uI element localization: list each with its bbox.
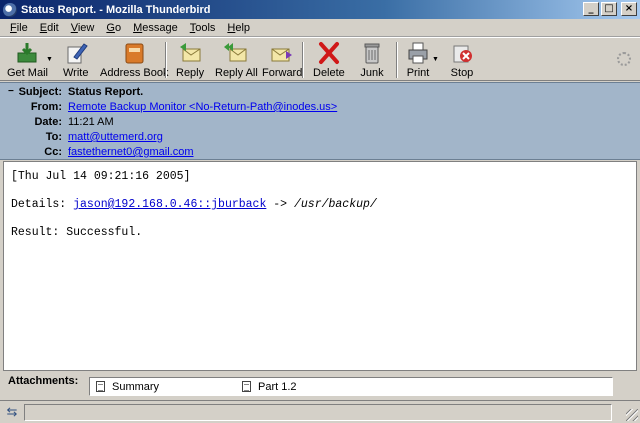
from-link[interactable]: Remote Backup Monitor <No-Return-Path@in… <box>68 101 337 113</box>
subject-row: Subject: Status Report. <box>0 85 640 99</box>
cc-link[interactable]: fastethernet0@gmail.com <box>68 146 194 158</box>
attachments-label: Attachments: <box>8 375 79 387</box>
cc-label: Cc: <box>44 146 62 158</box>
menu-go[interactable]: Go <box>100 22 127 34</box>
cc-row: Cc: fastethernet0@gmail.com <box>0 145 640 159</box>
write-button[interactable]: Write <box>63 41 88 81</box>
address-book-button[interactable]: Address Book <box>100 41 168 81</box>
forward-envelope-icon <box>270 41 294 65</box>
resize-grip-icon[interactable] <box>626 409 638 421</box>
menu-bar: File Edit View Go Message Tools Help <box>0 19 640 37</box>
document-icon <box>242 381 251 392</box>
reply-label: Reply <box>176 67 205 79</box>
junk-button[interactable]: Junk <box>360 41 384 81</box>
attachments-pane: Attachments: Summary Part 1.2 <box>3 372 637 397</box>
attachment-name: Summary <box>112 380 160 393</box>
reply-all-button[interactable]: Reply All <box>215 41 258 81</box>
to-link[interactable]: matt@uttemerd.org <box>68 131 163 143</box>
attachment-item[interactable]: Summary <box>96 381 236 393</box>
write-label: Write <box>63 67 89 79</box>
delete-x-icon <box>317 41 341 65</box>
details-destination: /usr/backup/ <box>293 198 377 211</box>
message-body: [Thu Jul 14 09:21:16 2005] Details: jaso… <box>3 161 637 371</box>
to-label: To: <box>45 131 62 143</box>
from-row: From: Remote Backup Monitor <No-Return-P… <box>0 100 640 114</box>
window-controls: _ □ × <box>583 2 637 16</box>
reply-all-label: Reply All <box>215 67 258 79</box>
pen-paper-icon <box>64 41 88 65</box>
forward-button[interactable]: Forward <box>262 41 302 81</box>
get-mail-dropdown-arrow[interactable]: ▼ <box>46 56 53 63</box>
toolbar-separator <box>165 42 167 78</box>
forward-label: Forward <box>262 67 303 79</box>
status-text-field <box>24 404 612 421</box>
date-row: Date: 11:21 AM <box>0 115 640 129</box>
body-result: Result: Successful. <box>11 226 143 239</box>
reply-envelope-icon <box>178 41 202 65</box>
menu-file[interactable]: File <box>4 22 34 34</box>
online-status-icon[interactable]: ⇆ <box>4 404 20 420</box>
menu-tools[interactable]: Tools <box>184 22 222 34</box>
maximize-button[interactable]: □ <box>601 2 617 16</box>
window-title: Status Report. - Mozilla Thunderbird <box>21 3 211 16</box>
date-value: 11:21 AM <box>68 116 114 128</box>
document-icon <box>96 381 105 392</box>
junk-label: Junk <box>360 67 384 79</box>
print-label: Print <box>406 67 430 79</box>
menu-edit[interactable]: Edit <box>34 22 65 34</box>
menu-view[interactable]: View <box>65 22 101 34</box>
toolbar: Get Mail ▼ Write Address Book Reply Repl… <box>0 37 640 81</box>
trash-can-icon <box>360 41 384 65</box>
activity-throbber-icon <box>617 52 631 66</box>
attachment-item[interactable]: Part 1.2 <box>242 381 382 393</box>
attachments-list: Summary Part 1.2 <box>89 377 613 396</box>
subject-value: Status Report. <box>68 86 144 98</box>
printer-icon <box>406 41 430 65</box>
stop-label: Stop <box>450 67 474 79</box>
close-window-button[interactable]: × <box>621 2 637 16</box>
get-mail-label: Get Mail <box>7 67 48 79</box>
details-arrow: -> <box>273 198 288 211</box>
toolbar-separator <box>302 42 304 78</box>
print-dropdown-arrow[interactable]: ▼ <box>432 56 439 63</box>
menu-message[interactable]: Message <box>127 22 184 34</box>
from-label: From: <box>30 101 62 113</box>
to-row: To: matt@uttemerd.org <box>0 130 640 144</box>
stop-button[interactable]: Stop <box>450 41 474 81</box>
inbox-download-icon <box>15 41 39 65</box>
address-book-icon <box>122 41 146 65</box>
reply-all-envelope-icon <box>224 41 248 65</box>
print-button[interactable]: Print <box>406 41 430 81</box>
subject-label: Subject: <box>18 86 62 98</box>
body-details-line: Details: jason@192.168.0.46::jburback ->… <box>11 198 629 226</box>
thunderbird-app-icon[interactable] <box>3 2 17 17</box>
stop-icon <box>450 41 474 65</box>
attachment-name: Part 1.2 <box>258 380 297 393</box>
body-timestamp: [Thu Jul 14 09:21:16 2005] <box>11 170 191 183</box>
get-mail-button[interactable]: Get Mail <box>7 41 48 81</box>
status-bar: ⇆ <box>0 400 640 423</box>
message-header-pane: − Subject: Status Report. From: Remote B… <box>0 82 640 160</box>
title-bar: Status Report. - Mozilla Thunderbird _ □… <box>0 0 640 19</box>
delete-button[interactable]: Delete <box>313 41 345 81</box>
date-label: Date: <box>34 116 62 128</box>
details-source-link[interactable]: jason@192.168.0.46::jburback <box>73 198 266 211</box>
menu-help[interactable]: Help <box>221 22 256 34</box>
delete-label: Delete <box>313 67 345 79</box>
toolbar-separator <box>396 42 398 78</box>
minimize-button[interactable]: _ <box>583 2 599 16</box>
details-label: Details: <box>11 198 67 211</box>
address-book-label: Address Book <box>100 67 169 79</box>
reply-button[interactable]: Reply <box>176 41 204 81</box>
